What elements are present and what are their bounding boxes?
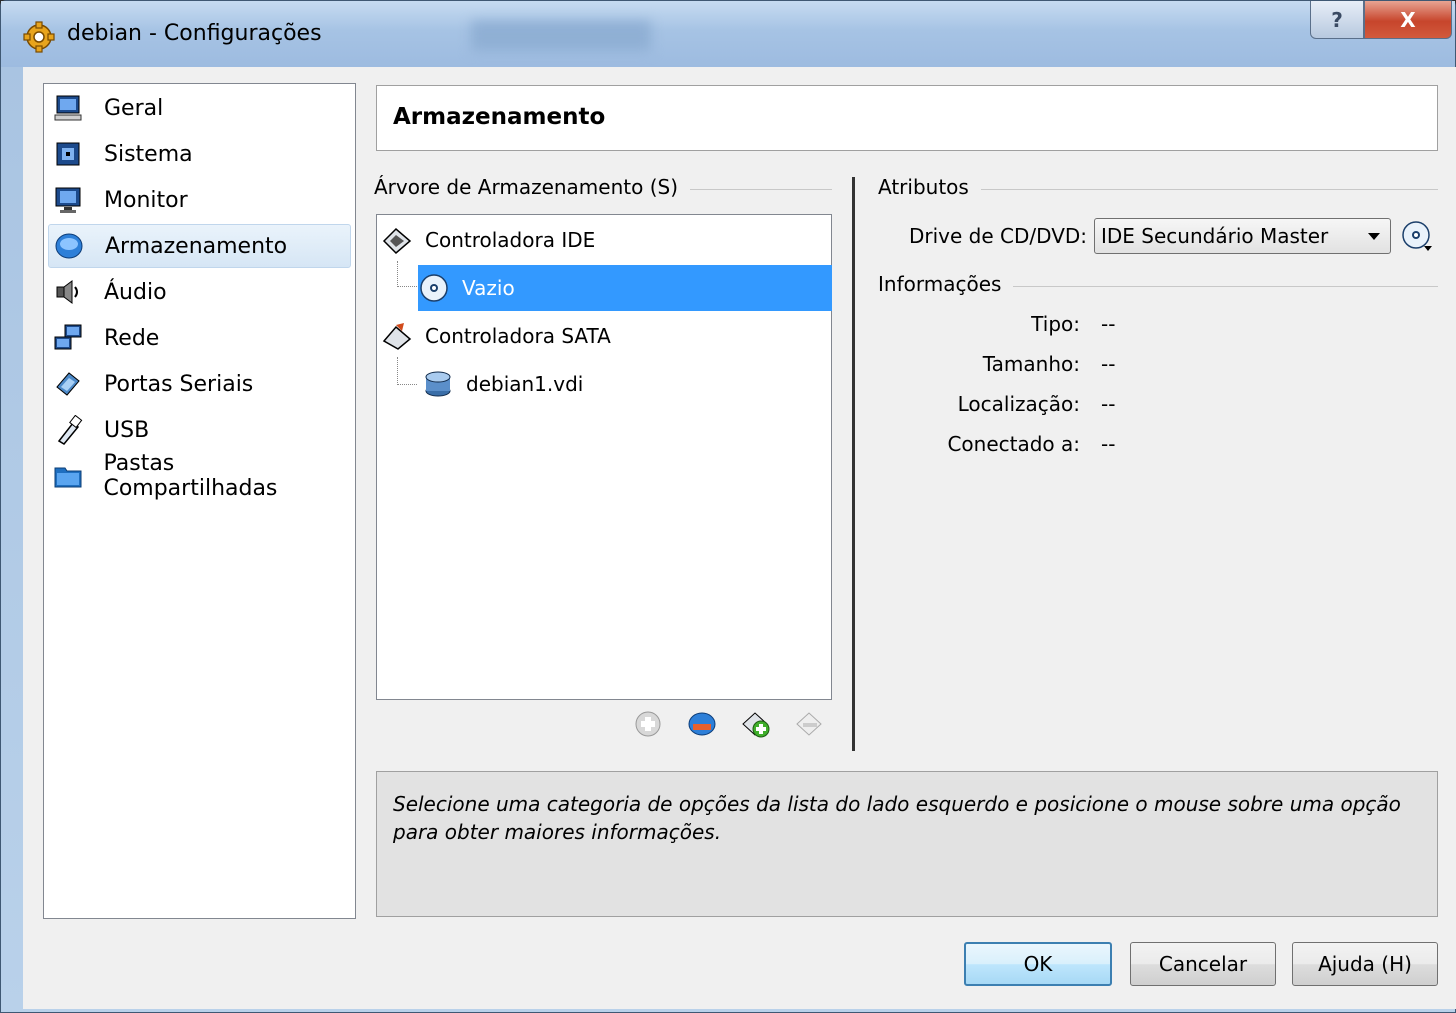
- tree-item-hard-disk[interactable]: debian1.vdi: [422, 361, 583, 407]
- help-title-button[interactable]: ?: [1310, 1, 1364, 39]
- choose-disc-button[interactable]: [1398, 217, 1436, 255]
- add-disk-icon[interactable]: [739, 707, 773, 741]
- info-size-key: Tamanho:: [982, 352, 1080, 376]
- storage-tree[interactable]: Controladora IDE Vazio Controladora SATA…: [376, 214, 832, 700]
- add-controller-icon[interactable]: [685, 707, 719, 741]
- network-icon: [52, 322, 84, 354]
- sidebar-item-label: Áudio: [104, 279, 167, 305]
- cd-dvd-icon: [418, 272, 450, 304]
- display-icon: [52, 184, 84, 216]
- settings-gear-icon: [23, 21, 55, 53]
- description-panel: Selecione uma categoria de opções da lis…: [376, 771, 1438, 917]
- sidebar-item-rede[interactable]: Rede: [48, 316, 351, 360]
- close-button[interactable]: X: [1364, 1, 1452, 39]
- hard-disk-icon: [422, 368, 454, 400]
- disk-storage-icon: [53, 230, 85, 262]
- info-size-value: --: [1101, 352, 1116, 376]
- tree-item-sata-controller[interactable]: Controladora SATA: [381, 313, 611, 359]
- info-type-value: --: [1101, 312, 1116, 336]
- sidebar-item-pastas-compartilhadas[interactable]: Pastas Compartilhadas: [48, 451, 351, 501]
- sidebar-item-label: USB: [104, 417, 150, 443]
- information-label: Informações: [878, 272, 1014, 296]
- sidebar-item-sistema[interactable]: Sistema: [48, 132, 351, 176]
- monitor-computer-icon: [52, 92, 84, 124]
- storage-tree-label: Árvore de Armazenamento (S): [374, 175, 691, 199]
- sata-controller-icon: [381, 320, 413, 352]
- drive-select[interactable]: IDE Secundário Master: [1094, 218, 1391, 254]
- sidebar-item-geral[interactable]: Geral: [48, 86, 351, 130]
- page-title: Armazenamento: [393, 104, 606, 130]
- shared-folder-icon: [52, 460, 83, 492]
- info-location-value: --: [1101, 392, 1116, 416]
- cd-dvd-icon: [1402, 221, 1432, 251]
- sidebar-item-label: Monitor: [104, 187, 188, 213]
- sidebar-item-label: Portas Seriais: [104, 371, 254, 397]
- sidebar-item-usb[interactable]: USB: [48, 408, 351, 452]
- sidebar-item-label: Geral: [104, 95, 164, 121]
- ok-button[interactable]: OK: [964, 942, 1112, 986]
- attributes-label: Atributos: [878, 175, 981, 199]
- remove-icon[interactable]: [793, 707, 827, 741]
- tree-item-label: Controladora IDE: [425, 228, 596, 252]
- chevron-down-icon: [1368, 233, 1380, 240]
- sidebar-item-monitor[interactable]: Monitor: [48, 178, 351, 222]
- info-location-key: Localização:: [957, 392, 1080, 416]
- tree-item-label: debian1.vdi: [466, 372, 584, 396]
- storage-toolbar: [631, 707, 827, 741]
- sidebar-item-audio[interactable]: Áudio: [48, 270, 351, 314]
- title-bar[interactable]: debian - Configurações ? X: [1, 1, 1455, 67]
- page-header: Armazenamento: [376, 85, 1438, 151]
- drive-label: Drive de CD/DVD:: [909, 224, 1088, 248]
- info-attached-key: Conectado a:: [947, 432, 1080, 456]
- dialog-client: Geral Sistema Monitor Armazenamento Áudi…: [23, 67, 1456, 1009]
- tree-item-label: Controladora SATA: [425, 324, 611, 348]
- ide-controller-icon: [381, 224, 413, 256]
- tree-item-label: Vazio: [462, 276, 515, 300]
- vertical-splitter[interactable]: [852, 177, 855, 751]
- sidebar-item-label: Pastas Compartilhadas: [103, 451, 278, 501]
- sidebar-item-label: Armazenamento: [105, 233, 288, 259]
- chip-icon: [52, 138, 84, 170]
- usb-icon: [52, 414, 84, 446]
- sidebar-item-label: Sistema: [104, 141, 193, 167]
- settings-window: debian - Configurações ? X Geral Sistema: [0, 0, 1456, 1013]
- add-attachment-icon[interactable]: [631, 707, 665, 741]
- cancel-button[interactable]: Cancelar: [1130, 942, 1276, 986]
- info-type-key: Tipo:: [1031, 312, 1080, 336]
- help-button[interactable]: Ajuda (H): [1292, 942, 1438, 986]
- sidebar-item-portas-seriais[interactable]: Portas Seriais: [48, 362, 351, 406]
- speaker-icon: [52, 276, 84, 308]
- sidebar-item-label: Rede: [104, 325, 160, 351]
- sidebar-item-armazenamento[interactable]: Armazenamento: [48, 224, 351, 268]
- tree-item-empty-cd[interactable]: Vazio: [418, 265, 832, 311]
- tree-item-ide-controller[interactable]: Controladora IDE: [381, 217, 595, 263]
- window-title: debian - Configurações: [67, 21, 322, 46]
- drive-select-value: IDE Secundário Master: [1101, 224, 1329, 248]
- description-text: Selecione uma categoria de opções da lis…: [393, 792, 1401, 844]
- category-list: Geral Sistema Monitor Armazenamento Áudi…: [43, 83, 356, 919]
- serial-port-icon: [52, 368, 84, 400]
- info-attached-value: --: [1101, 432, 1116, 456]
